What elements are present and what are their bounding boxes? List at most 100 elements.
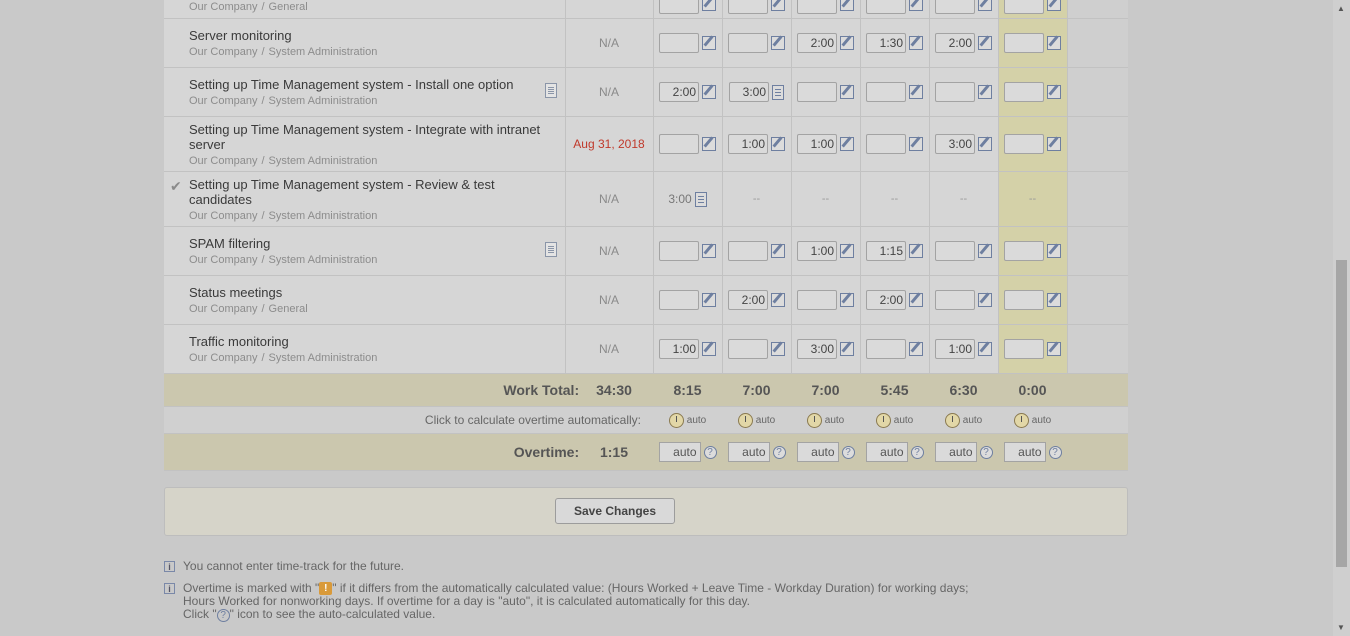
time-input[interactable] (866, 339, 906, 359)
edit-icon[interactable] (978, 36, 992, 50)
help-icon[interactable]: ? (1048, 445, 1062, 459)
task-title[interactable]: Traffic monitoring (189, 334, 545, 349)
time-input[interactable] (659, 290, 699, 310)
edit-icon[interactable] (1047, 342, 1061, 356)
overtime-input[interactable]: auto (658, 442, 701, 462)
task-title[interactable]: Setting up Time Management system - Inte… (189, 122, 545, 152)
time-input[interactable]: 1:00 (659, 339, 699, 359)
time-input[interactable] (728, 339, 768, 359)
time-input[interactable] (1004, 290, 1044, 310)
time-input[interactable] (659, 134, 699, 154)
edit-icon[interactable] (771, 342, 785, 356)
time-input[interactable] (1004, 82, 1044, 102)
task-title[interactable]: SPAM filtering (189, 236, 545, 251)
time-input[interactable]: 2:00 (659, 82, 699, 102)
help-icon[interactable]: ? (703, 445, 717, 459)
time-input[interactable] (728, 241, 768, 261)
comment-icon[interactable] (772, 84, 784, 100)
edit-icon[interactable] (840, 342, 854, 356)
time-input[interactable] (866, 82, 906, 102)
auto-calc-link[interactable]: auto (860, 412, 929, 428)
time-input[interactable] (1004, 241, 1044, 261)
time-input[interactable] (1004, 0, 1044, 14)
edit-icon[interactable] (1047, 293, 1061, 307)
time-input[interactable] (797, 82, 837, 102)
edit-icon[interactable] (771, 137, 785, 151)
edit-icon[interactable] (909, 342, 923, 356)
vertical-scrollbar[interactable]: ▲ ▼ (1333, 0, 1350, 636)
overtime-input[interactable]: auto (1003, 442, 1046, 462)
edit-icon[interactable] (978, 342, 992, 356)
edit-icon[interactable] (702, 244, 716, 258)
auto-calc-link[interactable]: auto (929, 412, 998, 428)
task-title[interactable]: Server monitoring (189, 28, 545, 43)
time-input[interactable] (728, 0, 768, 14)
task-title[interactable]: Setting up Time Management system - Revi… (189, 177, 545, 207)
auto-calc-link[interactable]: auto (722, 412, 791, 428)
time-input[interactable] (866, 0, 906, 14)
task-notes-icon[interactable] (544, 242, 557, 257)
edit-icon[interactable] (909, 244, 923, 258)
edit-icon[interactable] (771, 36, 785, 50)
edit-icon[interactable] (1047, 85, 1061, 99)
scroll-thumb[interactable] (1336, 260, 1347, 567)
edit-icon[interactable] (978, 85, 992, 99)
edit-icon[interactable] (840, 36, 854, 50)
edit-icon[interactable] (840, 137, 854, 151)
time-input[interactable] (935, 0, 975, 14)
time-input[interactable]: 1:30 (866, 33, 906, 53)
edit-icon[interactable] (909, 85, 923, 99)
edit-icon[interactable] (1047, 36, 1061, 50)
overtime-input[interactable]: auto (934, 442, 977, 462)
save-changes-button[interactable]: Save Changes (555, 498, 675, 524)
time-input[interactable]: 2:00 (728, 290, 768, 310)
time-input[interactable] (935, 241, 975, 261)
time-input[interactable] (659, 241, 699, 261)
edit-icon[interactable] (702, 137, 716, 151)
time-input[interactable]: 1:00 (728, 134, 768, 154)
edit-icon[interactable] (702, 36, 716, 50)
help-icon[interactable]: ? (910, 445, 924, 459)
auto-calc-link[interactable]: auto (998, 412, 1067, 428)
auto-calc-link[interactable]: auto (653, 412, 722, 428)
time-input[interactable]: 3:00 (729, 82, 769, 102)
time-input[interactable] (935, 290, 975, 310)
auto-calc-link[interactable]: auto (791, 412, 860, 428)
comment-icon[interactable] (694, 191, 707, 207)
time-input[interactable]: 2:00 (797, 33, 837, 53)
edit-icon[interactable] (771, 244, 785, 258)
time-input[interactable] (659, 33, 699, 53)
scroll-up-arrow-icon[interactable]: ▲ (1337, 4, 1345, 13)
time-input[interactable]: 1:00 (797, 241, 837, 261)
edit-icon[interactable] (1047, 0, 1061, 11)
time-input[interactable]: 2:00 (935, 33, 975, 53)
edit-icon[interactable] (702, 293, 716, 307)
overtime-input[interactable]: auto (727, 442, 770, 462)
edit-icon[interactable] (771, 0, 785, 11)
time-input[interactable]: 2:00 (866, 290, 906, 310)
edit-icon[interactable] (909, 137, 923, 151)
time-input[interactable] (659, 0, 699, 14)
edit-icon[interactable] (840, 0, 854, 11)
edit-icon[interactable] (702, 85, 716, 99)
edit-icon[interactable] (978, 0, 992, 11)
time-input[interactable]: 3:00 (797, 339, 837, 359)
edit-icon[interactable] (840, 244, 854, 258)
task-title[interactable]: Status meetings (189, 285, 545, 300)
help-icon[interactable]: ? (979, 445, 993, 459)
time-input[interactable] (728, 33, 768, 53)
task-title[interactable]: Setting up Time Management system - Inst… (189, 77, 545, 92)
edit-icon[interactable] (702, 342, 716, 356)
overtime-input[interactable]: auto (865, 442, 908, 462)
time-input[interactable] (797, 0, 837, 14)
edit-icon[interactable] (909, 0, 923, 11)
time-input[interactable]: 1:15 (866, 241, 906, 261)
time-input[interactable] (935, 82, 975, 102)
edit-icon[interactable] (702, 0, 716, 11)
time-input[interactable] (1004, 33, 1044, 53)
edit-icon[interactable] (771, 293, 785, 307)
time-input[interactable]: 1:00 (797, 134, 837, 154)
time-input[interactable] (866, 134, 906, 154)
edit-icon[interactable] (978, 137, 992, 151)
edit-icon[interactable] (840, 293, 854, 307)
